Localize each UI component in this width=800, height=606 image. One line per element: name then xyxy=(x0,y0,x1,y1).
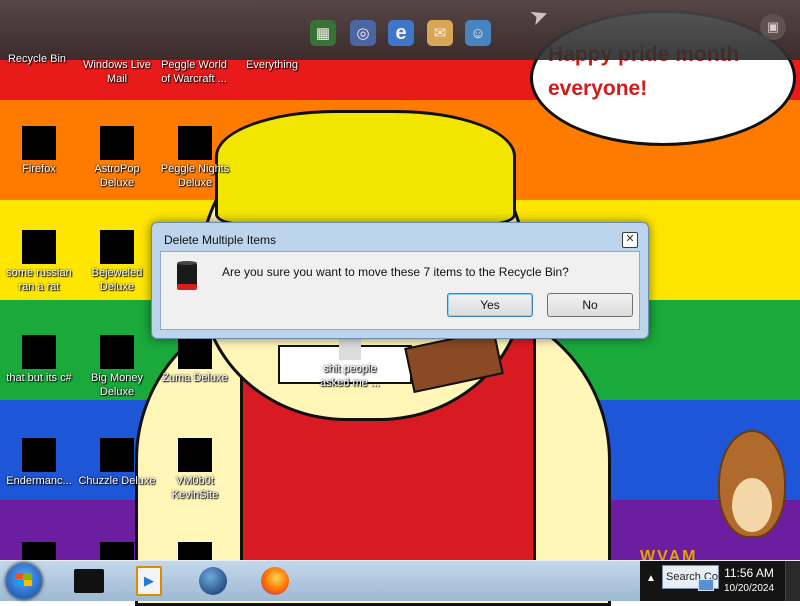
recycle-bin-icon xyxy=(177,261,197,290)
desktop-icon-endermanch[interactable]: Endermanc... xyxy=(0,438,78,488)
vm-icon xyxy=(178,438,212,472)
desktop-icon-windows-live-mail[interactable]: Windows Live Mail xyxy=(78,58,156,86)
desktop-icon-label: VM0b0t KevinSite xyxy=(171,475,219,501)
desktop-icon-astropop[interactable]: AstroPop Deluxe xyxy=(78,126,156,190)
yes-button[interactable]: Yes xyxy=(447,293,533,317)
big-money-icon xyxy=(100,335,134,369)
desktop-icon-label: Firefox xyxy=(22,163,56,175)
people-icon[interactable]: ☺ xyxy=(465,20,491,46)
desktop-icon-zuma[interactable]: Zuma Deluxe xyxy=(156,335,234,385)
desktop-icon-label: that but its c# xyxy=(6,372,72,384)
desktop-icon-label: AstroPop Deluxe xyxy=(94,163,140,189)
desktop-icon-label: Recycle Bin xyxy=(7,53,67,65)
spreadsheet-icon[interactable]: ▦ xyxy=(310,20,336,46)
astropop-icon xyxy=(100,126,134,160)
dialog-body: Are you sure you want to move these 7 it… xyxy=(160,251,640,330)
windows-logo-icon xyxy=(15,573,32,586)
no-button[interactable]: No xyxy=(547,293,633,317)
dialog-title: Delete Multiple Items xyxy=(164,233,277,247)
desktop-icon-label: Peggle World of Warcraft ... xyxy=(161,59,227,85)
character-hat xyxy=(215,110,516,226)
desktop-icon-chuzzle[interactable]: Chuzzle Deluxe xyxy=(78,438,156,488)
taskbar-command-prompt[interactable] xyxy=(64,565,114,597)
dialog-message: Are you sure you want to move these 7 it… xyxy=(222,265,569,279)
copy-files-icon xyxy=(22,335,56,369)
terminal-icon xyxy=(22,438,56,472)
desktop-icon-everything[interactable]: Everything xyxy=(233,58,311,72)
desktop-icon-label: Endermanc... xyxy=(6,475,72,487)
desktop-icon-shit-people-asked[interactable]: shit people asked me ... xyxy=(311,334,389,390)
desktop-icon-russian-rat[interactable]: some russian ran a rat xyxy=(0,230,78,294)
hamster-image xyxy=(718,430,786,538)
desktop-icon-vm0b0t[interactable]: VM0b0t KevinSite xyxy=(156,438,234,502)
system-tray: ▲ Search Co 11:56 AM 10/20/2024 xyxy=(640,561,800,601)
delete-confirm-dialog: Delete Multiple Items ✕ Are you sure you… xyxy=(151,222,649,339)
taskbar-globe[interactable] xyxy=(188,565,238,597)
taskbar: ▶ ▲ Search Co 11:56 AM 10/20/2024 xyxy=(0,560,800,601)
desktop-icon-label: Windows Live Mail xyxy=(83,59,151,85)
desktop-icon-label: Chuzzle Deluxe xyxy=(78,475,156,487)
tray-overflow-icon[interactable]: ▲ xyxy=(646,573,656,584)
desktop-icon-peggle-wow[interactable]: Peggle World of Warcraft ... xyxy=(155,58,233,86)
desktop-icon-bejeweled[interactable]: Bejeweled Deluxe xyxy=(78,230,156,294)
desktop-icon-recycle-bin[interactable]: Recycle Bin xyxy=(0,52,76,66)
desktop-icon-label: some russian ran a rat xyxy=(6,267,72,293)
show-desktop-button[interactable] xyxy=(785,561,800,601)
mail-icon[interactable]: ✉ xyxy=(427,20,453,46)
network-globe-icon[interactable]: ◎ xyxy=(350,20,376,46)
mouse-cursor-icon: ➤ xyxy=(526,0,552,31)
desktop-icon-label: shit people asked me ... xyxy=(320,363,380,389)
internet-explorer-icon[interactable]: e xyxy=(388,20,414,46)
zuma-icon xyxy=(178,335,212,369)
close-icon[interactable]: ✕ xyxy=(622,232,638,248)
globe-icon xyxy=(199,567,227,595)
rat-file-icon xyxy=(22,230,56,264)
desktop-icon-label: Everything xyxy=(246,59,298,71)
top-dock: ▦ ◎ e ✉ ☺ ➤ ▣ xyxy=(0,0,800,60)
desktop-icon-big-money[interactable]: Big Money Deluxe xyxy=(78,335,156,399)
briefcase-icon[interactable]: ▣ xyxy=(760,14,786,40)
clock-time[interactable]: 11:56 AM xyxy=(718,566,780,580)
media-player-icon: ▶ xyxy=(136,566,162,596)
desktop-icon-firefox[interactable]: Firefox xyxy=(0,126,78,176)
desktop-icon-peggle-nights[interactable]: Peggle Nights Deluxe xyxy=(156,126,234,190)
chuzzle-icon xyxy=(100,438,134,472)
taskbar-media-player[interactable]: ▶ xyxy=(124,565,174,597)
desktop-icon-label: Zuma Deluxe xyxy=(162,372,228,384)
desktop-icon-label: Peggle Nights Deluxe xyxy=(160,163,230,189)
clock-date[interactable]: 10/20/2024 xyxy=(718,583,780,594)
command-prompt-icon xyxy=(74,569,104,593)
desktop-icon-label: Bejeweled Deluxe xyxy=(91,267,143,293)
peggle-nights-icon xyxy=(178,126,212,160)
network-icon[interactable] xyxy=(698,579,714,591)
desktop-icon-label: Big Money Deluxe xyxy=(91,372,143,398)
firefox-icon xyxy=(261,567,289,595)
desktop-icon-that-but-csharp[interactable]: that but its c# xyxy=(0,335,78,385)
firefox-icon xyxy=(22,126,56,160)
taskbar-firefox[interactable] xyxy=(250,565,300,597)
bejeweled-icon xyxy=(100,230,134,264)
